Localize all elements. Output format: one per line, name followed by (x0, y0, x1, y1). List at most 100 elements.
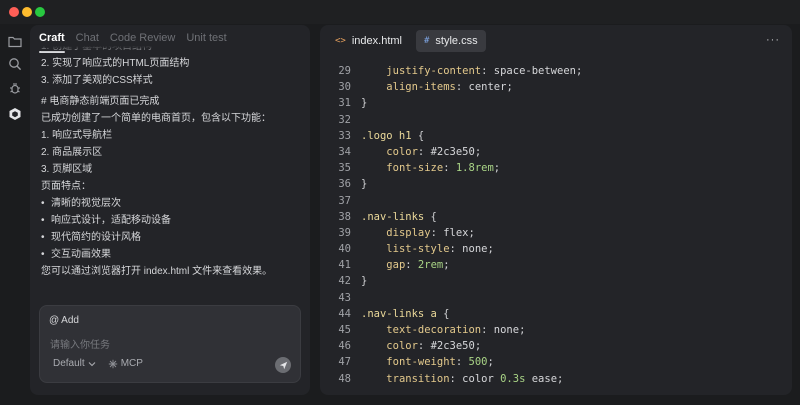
code-token-prop: align-items (386, 81, 456, 94)
minimize-window-button[interactable] (22, 7, 32, 17)
line-number: 42 (338, 275, 351, 288)
code-line: 34 color: #2c3e50; (320, 144, 792, 160)
mcp-button[interactable]: MCP (108, 358, 143, 369)
code-text: } (361, 273, 367, 289)
code-line: 37 (320, 193, 792, 209)
code-text: } (361, 95, 367, 111)
code-token-prop: font-weight (386, 356, 456, 369)
line-number: 39 (338, 226, 351, 239)
line-number: 45 (338, 324, 351, 336)
line-number: 47 (338, 356, 351, 369)
task-input[interactable]: 请输入你任务 (50, 336, 110, 351)
code-token-punc: { (424, 210, 437, 223)
code-token-sel: .logo h1 (361, 129, 412, 142)
code-token-val: 0.3s (500, 372, 526, 385)
code-token-punc: : (430, 226, 444, 239)
editor-tab-label: index.html (351, 35, 402, 47)
code-token-punc: ; (519, 324, 526, 336)
code-token-kw: ease (525, 372, 558, 385)
line-number: 30 (338, 81, 351, 94)
bug-icon[interactable] (7, 80, 23, 96)
code-token-punc: ; (506, 81, 513, 94)
chat-line: 3. 添加了美观的CSS样式 (41, 75, 153, 86)
line-number: 40 (338, 243, 351, 256)
code-token-prop: font-size (386, 162, 444, 175)
model-select[interactable]: Default (53, 358, 96, 369)
editor-tab-label: style.css (435, 35, 478, 47)
add-context-button[interactable]: @ Add (49, 315, 79, 326)
code-text: list-style: none; (361, 241, 494, 257)
code-line: 45 text-decoration: none; (320, 322, 792, 338)
chat-line: # 电商静态前端页面已完成 (41, 96, 160, 107)
code-token-val: 2rem (417, 259, 444, 272)
code-token-prop: gap (386, 259, 406, 272)
line-number: 32 (338, 113, 351, 126)
code-line: 44 .nav-links a { (320, 306, 792, 322)
maximize-window-button[interactable] (35, 7, 45, 17)
code-text: gap: 2rem; (361, 257, 449, 273)
code-token-punc: ; (487, 356, 494, 369)
code-token-punc: { (411, 129, 425, 142)
code-line: 40 list-style: none; (320, 241, 792, 257)
editor-tab-style-css[interactable]: # style.css (415, 30, 486, 52)
code-text: .logo h1 { (361, 128, 424, 144)
model-select-label: Default (53, 358, 85, 369)
code-text: color: #2c3e50; (361, 144, 481, 160)
code-line: 42} (320, 273, 792, 289)
code-token-punc: : (449, 243, 463, 256)
code-line: 46 color: #2c3e50; (320, 338, 792, 354)
code-token-prop: display (386, 226, 431, 239)
code-token-punc: ; (575, 65, 583, 77)
window-titlebar (0, 0, 800, 24)
search-icon[interactable] (7, 56, 23, 72)
chat-line: 已成功创建了一个简单的电商首页，包含以下功能： (41, 113, 271, 124)
code-line: 33 .logo h1 { (320, 128, 792, 144)
assistant-panel: Craft Chat Code Review Unit test 1. 创建了基… (30, 25, 310, 395)
code-line: 38 .nav-links { (320, 209, 792, 225)
chat-top-fade (41, 46, 303, 52)
line-number: 35 (338, 162, 351, 175)
task-input-box: @ Add 请输入你任务 Default MCP (39, 305, 301, 383)
mcp-icon (108, 359, 117, 368)
css-file-icon: # (423, 36, 430, 46)
code-token-kw: #2c3e50 (430, 340, 475, 353)
code-token-punc: ; (557, 372, 564, 385)
code-token-punc: : (481, 324, 494, 336)
code-line: 32 (320, 112, 792, 128)
line-number: 48 (338, 372, 351, 385)
code-token-punc: : (417, 145, 431, 158)
chat-bullet-item: 现代简约的设计风格 (41, 229, 303, 246)
editor-tabs: <> index.html # style.css (327, 30, 486, 52)
mcp-label: MCP (120, 358, 143, 369)
code-token-kw: center (468, 81, 507, 94)
code-token-punc: ; (474, 340, 482, 353)
code-area[interactable]: 29 justify-content: space-between; 30 ali… (320, 63, 792, 395)
extensions-icon[interactable] (7, 106, 23, 122)
code-token-punc: ; (468, 226, 475, 239)
code-token-punc: ; (493, 162, 501, 175)
code-line: 30 align-items: center; (320, 79, 792, 95)
code-line: 36} (320, 176, 792, 192)
code-line: 39 display: flex; (320, 225, 792, 241)
at-icon: @ (49, 315, 60, 326)
line-number: 34 (338, 145, 351, 158)
code-token-punc: } (361, 178, 368, 191)
line-number: 43 (338, 291, 351, 304)
code-text: text-decoration: none; (361, 322, 525, 338)
editor-tab-index-html[interactable]: <> index.html (327, 30, 410, 52)
activity-bar (0, 24, 30, 405)
code-token-prop: transition (386, 372, 450, 385)
line-number: 41 (338, 259, 351, 272)
code-text: align-items: center; (361, 79, 513, 95)
folder-icon[interactable] (7, 33, 23, 49)
code-token-kw: flex (443, 226, 469, 239)
code-token-sel: .nav-links (361, 210, 425, 223)
code-line: 35 font-size: 1.8rem; (320, 160, 792, 176)
line-number: 46 (338, 340, 351, 353)
more-actions-button[interactable]: ··· (766, 34, 780, 46)
code-token-prop: color (386, 340, 418, 353)
close-window-button[interactable] (9, 7, 19, 17)
code-token-prop: list-style (386, 243, 450, 256)
send-button[interactable] (275, 357, 291, 373)
code-text: .nav-links a { (361, 306, 450, 322)
